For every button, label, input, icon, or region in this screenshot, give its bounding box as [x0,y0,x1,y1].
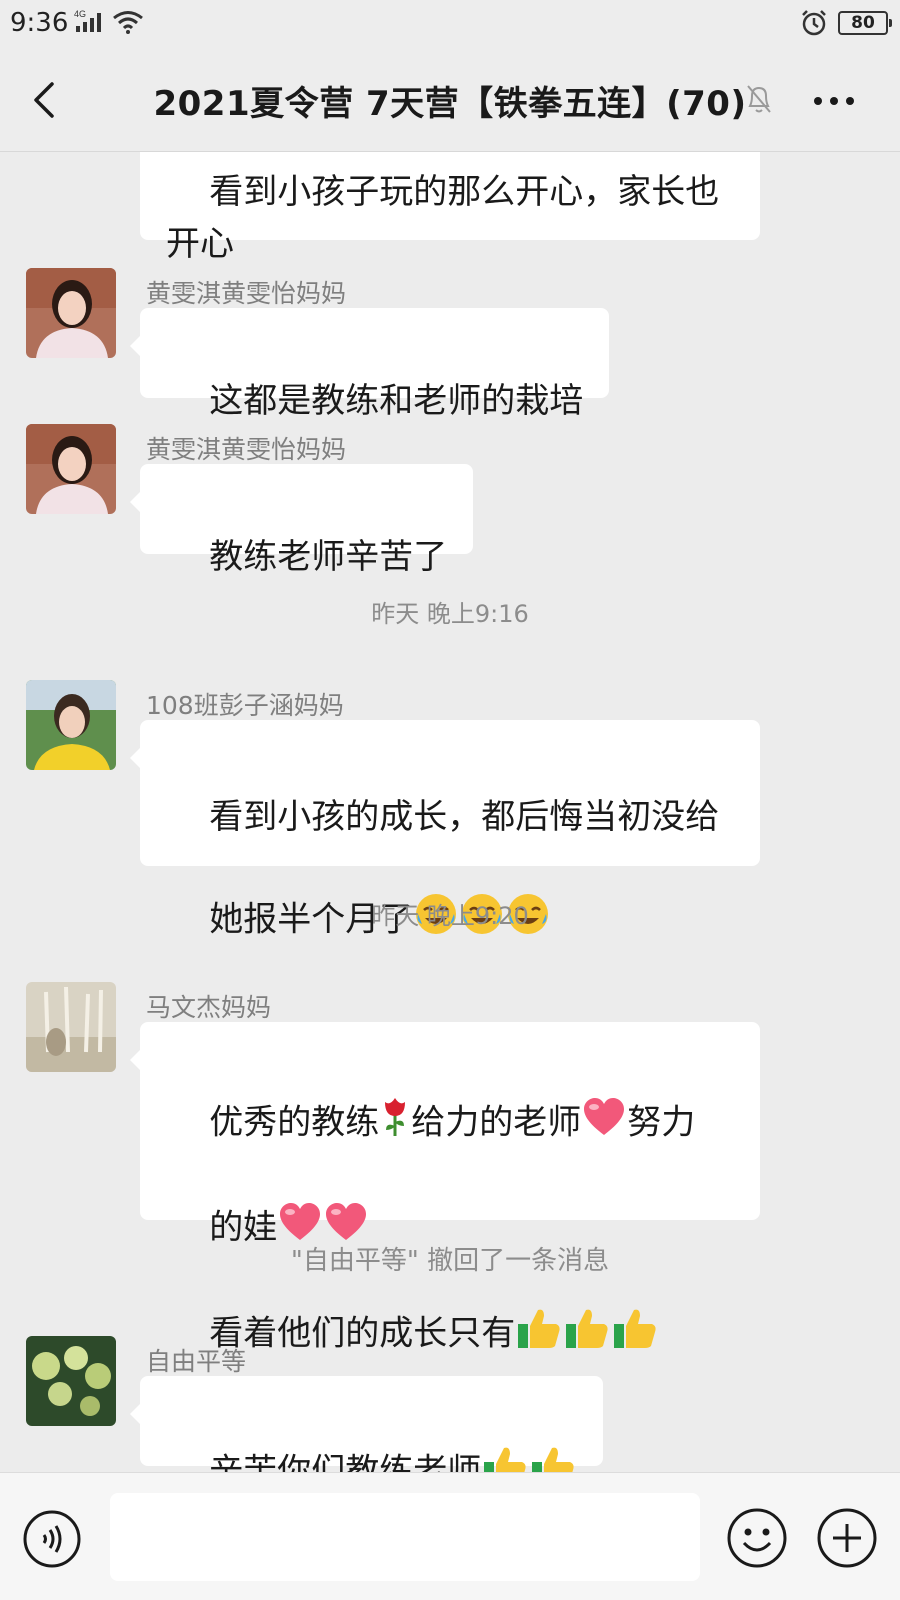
bell-off-icon [744,82,774,120]
plus-button[interactable] [816,1507,878,1573]
timestamp: 昨天 晚上9:20 [371,902,529,930]
message-text: 教练老师辛苦了 [209,537,448,577]
recall-notice: "自由平等" 撤回了一条消息 [290,1246,610,1276]
alarm-icon [800,9,828,41]
heart-emoji-icon [582,1097,626,1151]
message-text: 这都是教练和老师的栽培 [209,381,584,421]
sender-name: 108班彭子涵妈妈 [146,691,344,720]
avatar[interactable] [26,1336,116,1426]
message-bubble[interactable]: 看到小孩子玩的那么开心，家长也开心 [140,152,760,264]
wifi-icon [112,10,144,38]
status-bar: 9:36 4G 80 [0,0,900,46]
message-input[interactable] [110,1493,700,1581]
message-text-seg5: 看着他们的成长只有 [209,1313,516,1354]
thumbs-up-emoji-icon [530,1444,576,1472]
message-text-seg2: 给力的老师 [411,1102,582,1143]
emoji-button[interactable] [726,1507,788,1573]
message-text-seg3: 努力 [627,1102,696,1143]
message-list[interactable]: 看到小孩子玩的那么开心，家长也开心 黄雯淇黄雯怡妈妈 这都是教练和老师的栽培 黄… [0,152,900,1472]
thumbs-up-emoji-icon [612,1306,658,1364]
message-bubble[interactable]: 看到小孩的成长，都后悔当初没给 她报半个月了 [130,720,760,940]
voice-icon [23,1510,81,1568]
message-text: 辛苦你们教练老师 [209,1451,482,1473]
message-text-line1: 看到小孩的成长，都后悔当初没给 [209,797,720,837]
message-bubble[interactable]: 辛苦你们教练老师 [129,1376,604,1472]
rose-emoji-icon [380,1096,410,1152]
message-bubble[interactable]: 这都是教练和老师的栽培 [129,308,610,421]
thumbs-up-emoji-icon [564,1306,610,1364]
timestamp: 昨天 晚上9:16 [371,600,529,628]
network-type: 4G [74,9,86,19]
message-bubble[interactable]: 教练老师辛苦了 [129,464,474,577]
avatar[interactable] [26,982,116,1072]
sender-name: 自由平等 [146,1347,247,1376]
avatar[interactable] [26,268,116,358]
thumbs-up-emoji-icon [482,1444,528,1472]
more-button[interactable] [812,92,856,111]
chat-header: 2021夏令营 7天营【铁拳五连】(70) [0,46,900,152]
message-text: 看到小孩子玩的那么开心，家长也开心 [166,172,720,264]
battery-indicator: 80 [838,11,892,35]
sender-name: 黄雯淇黄雯怡妈妈 [146,279,347,308]
voice-button[interactable] [22,1509,82,1573]
input-bar [0,1472,900,1600]
sender-name: 黄雯淇黄雯怡妈妈 [146,435,347,464]
smiley-icon [727,1508,787,1568]
message-text-seg1: 优秀的教练 [209,1102,380,1143]
thumbs-up-emoji-icon [516,1306,562,1364]
more-dots-icon [814,97,854,105]
message-bubble[interactable]: 优秀的教练 给力的老师 努力 的娃 看着他们的成长只有 [130,1022,760,1354]
signal-icon: 4G [74,8,108,38]
avatar[interactable] [26,424,116,514]
plus-icon [817,1508,877,1568]
sender-name: 马文杰妈妈 [146,993,272,1022]
status-time: 9:36 [10,8,69,38]
avatar[interactable] [26,680,116,770]
